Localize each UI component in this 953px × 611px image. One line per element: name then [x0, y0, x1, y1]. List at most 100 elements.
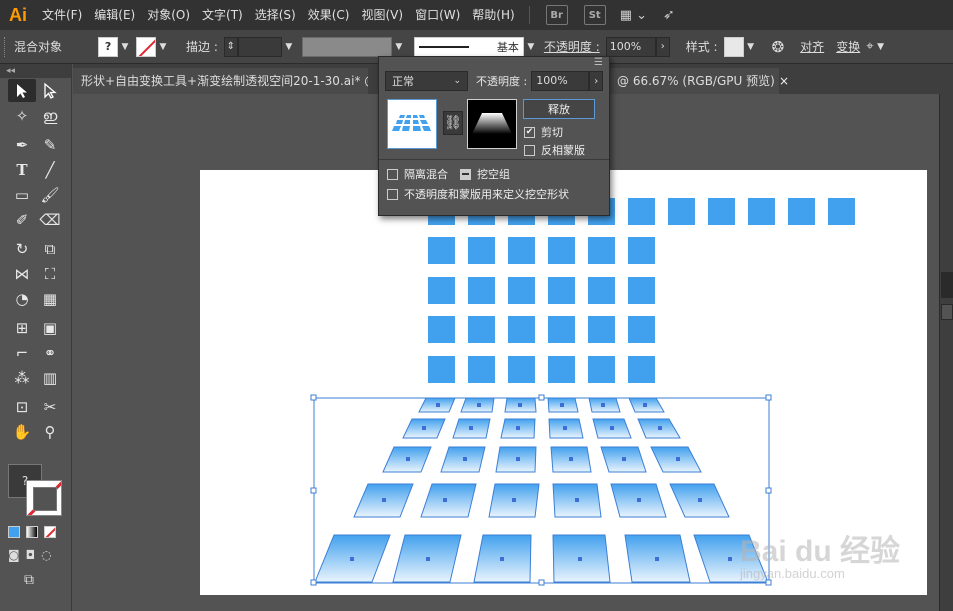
stroke-swatch[interactable]: [136, 36, 157, 57]
clip-checkbox[interactable]: ✔: [524, 126, 535, 138]
blend-mode-select[interactable]: 正常 ⌄: [385, 71, 468, 91]
brush-definition[interactable]: 基本: [413, 36, 524, 57]
panel-menu-icon[interactable]: ☰: [594, 57, 603, 69]
direct-selection-icon[interactable]: [36, 79, 64, 102]
rotate-icon[interactable]: ↻: [8, 237, 36, 260]
shape-builder-icon[interactable]: ◔: [8, 287, 36, 310]
menu-type[interactable]: 文字(T): [196, 0, 249, 30]
menu-effect[interactable]: 效果(C): [302, 0, 356, 30]
panel-opacity-input[interactable]: 100%: [531, 71, 590, 91]
stock-button[interactable]: St: [583, 5, 606, 25]
menu-view[interactable]: 视图(V): [355, 0, 409, 30]
fill-stroke-widget[interactable]: ?: [6, 462, 66, 522]
opacity-input[interactable]: 100%: [605, 36, 656, 57]
menu-file[interactable]: 文件(F): [36, 0, 88, 30]
panel-opacity-expand[interactable]: ›: [589, 71, 604, 91]
gradient-mode-icon[interactable]: [26, 526, 38, 538]
graph-icon[interactable]: ▥: [36, 366, 64, 389]
fill-swatch[interactable]: ?: [98, 36, 119, 57]
free-transform-icon[interactable]: ⛶: [36, 262, 64, 285]
style-label: 样式 :: [685, 40, 718, 54]
screen-mode-icon[interactable]: ⧉: [24, 572, 34, 588]
selection-icon[interactable]: [8, 79, 36, 102]
chevron-down-icon[interactable]: ▼: [282, 42, 296, 52]
perspective-icon[interactable]: ▦: [36, 287, 64, 310]
rectangle-icon[interactable]: ▭: [8, 183, 36, 206]
panel-swatch-dark[interactable]: [941, 272, 953, 298]
opacity-mask-knockout-checkbox[interactable]: [387, 188, 398, 200]
zoom-icon[interactable]: ⚲: [36, 420, 64, 443]
release-button[interactable]: 释放: [523, 99, 595, 119]
mesh-icon[interactable]: ⊞: [8, 316, 36, 339]
menu-help[interactable]: 帮助(H): [466, 0, 520, 30]
pen-icon[interactable]: ✒: [8, 133, 36, 156]
stroke-weight-input[interactable]: [237, 36, 282, 57]
chevron-down-icon[interactable]: ▼: [524, 42, 538, 52]
lasso-icon[interactable]: ഇ: [36, 104, 64, 127]
recolor-artwork-icon[interactable]: ❂: [772, 38, 785, 56]
draw-behind-icon[interactable]: ◘: [26, 548, 36, 562]
color-mode-icon[interactable]: [8, 526, 20, 538]
graphic-style-swatch[interactable]: [723, 36, 744, 57]
paintbrush-icon[interactable]: 🖌︎: [36, 183, 64, 206]
menu-window[interactable]: 窗口(W): [409, 0, 466, 30]
panel-opacity-label: 不透明度 :: [476, 75, 528, 88]
transform-button[interactable]: 变换: [830, 38, 866, 55]
eraser-icon[interactable]: ⌫: [36, 208, 64, 231]
slice-icon[interactable]: ✂: [36, 395, 64, 418]
opacity-mask-thumbnail[interactable]: [467, 99, 517, 149]
invert-checkbox-row[interactable]: 反相蒙版: [524, 142, 585, 158]
chevron-down-icon[interactable]: ▼: [874, 42, 888, 52]
panel-field[interactable]: [941, 304, 953, 320]
chevron-down-icon[interactable]: ▼: [392, 42, 406, 52]
symbol-sprayer-icon[interactable]: ⁂: [8, 366, 36, 389]
tab-zoom-info[interactable]: @ 66.67% (RGB/GPU 预览): [609, 68, 779, 94]
align-button[interactable]: 对齐: [794, 38, 830, 55]
link-icon[interactable]: ⛓: [443, 111, 463, 135]
artboard-icon[interactable]: ⊡: [8, 395, 36, 418]
tools-panel: ◂◂ ✧ ഇ ✒ ✎ T ╱ ▭ 🖌︎ ✐ ⌫ ↻ ⧉ ⋈ ⛶ ◔ ▦ ⊞ ▣ …: [0, 64, 72, 611]
shaper-icon[interactable]: ✐: [8, 208, 36, 231]
bridge-button[interactable]: Br: [545, 5, 568, 25]
variable-width-profile[interactable]: [301, 36, 392, 57]
type-icon[interactable]: T: [8, 158, 36, 181]
draw-normal-icon[interactable]: ◙: [8, 548, 20, 562]
opacity-expand-button[interactable]: ›: [655, 36, 670, 57]
knockout-group-checkbox[interactable]: [460, 168, 471, 180]
toolbar-collapse-handle[interactable]: ◂◂: [0, 64, 71, 78]
artwork-thumbnail[interactable]: [387, 99, 437, 149]
chevron-down-icon[interactable]: ▼: [744, 42, 758, 52]
stroke-box[interactable]: [26, 480, 62, 516]
blend-icon[interactable]: ⚭: [36, 341, 64, 364]
invert-mask-checkbox[interactable]: [524, 144, 535, 156]
opacity-label[interactable]: 不透明度 :: [538, 38, 606, 55]
hand-icon[interactable]: ✋: [8, 420, 36, 443]
transparency-panel: ☰ 正常 ⌄ 不透明度 : 100% › ⛓ 释放 ✔ 剪切 反相蒙版 隔离混合…: [378, 56, 610, 216]
draw-inside-icon[interactable]: ◌: [41, 548, 51, 562]
stroke-stepper[interactable]: ⇕: [223, 36, 238, 57]
menu-select[interactable]: 选择(S): [249, 0, 302, 30]
menu-edit[interactable]: 编辑(E): [88, 0, 141, 30]
gradient-icon[interactable]: ▣: [36, 316, 64, 339]
curvature-icon[interactable]: ✎: [36, 133, 64, 156]
workspace-layout-icon[interactable]: ▦ ⌄: [620, 8, 647, 23]
close-icon[interactable]: ×: [779, 68, 789, 94]
square-grid[interactable]: [628, 198, 855, 225]
clip-checkbox-row[interactable]: ✔ 剪切: [524, 124, 563, 140]
menu-object[interactable]: 对象(O): [141, 0, 196, 30]
magic-wand-icon[interactable]: ✧: [8, 104, 36, 127]
chevron-down-icon[interactable]: ▼: [118, 42, 132, 52]
none-mode-icon[interactable]: [44, 526, 56, 538]
baidu-watermark: Bai du 经验 jingyan.baidu.com: [740, 500, 940, 590]
width-icon[interactable]: ⋈: [8, 262, 36, 285]
gpu-rocket-icon[interactable]: ➶: [663, 7, 675, 23]
app-logo: Ai: [9, 4, 27, 25]
isolate-blending-checkbox[interactable]: [387, 168, 398, 180]
isolate-icon[interactable]: ⌖: [866, 39, 873, 54]
scale-icon[interactable]: ⧉: [36, 237, 64, 260]
eyedropper-icon[interactable]: ⌐: [8, 341, 36, 364]
tab-document[interactable]: 形状+自由变换工具+渐变绘制透视空间20-1-30.ai* @: [73, 68, 368, 94]
chevron-down-icon[interactable]: ▼: [156, 42, 170, 52]
right-panel-strip[interactable]: [939, 94, 953, 611]
line-icon[interactable]: ╱: [36, 158, 64, 181]
